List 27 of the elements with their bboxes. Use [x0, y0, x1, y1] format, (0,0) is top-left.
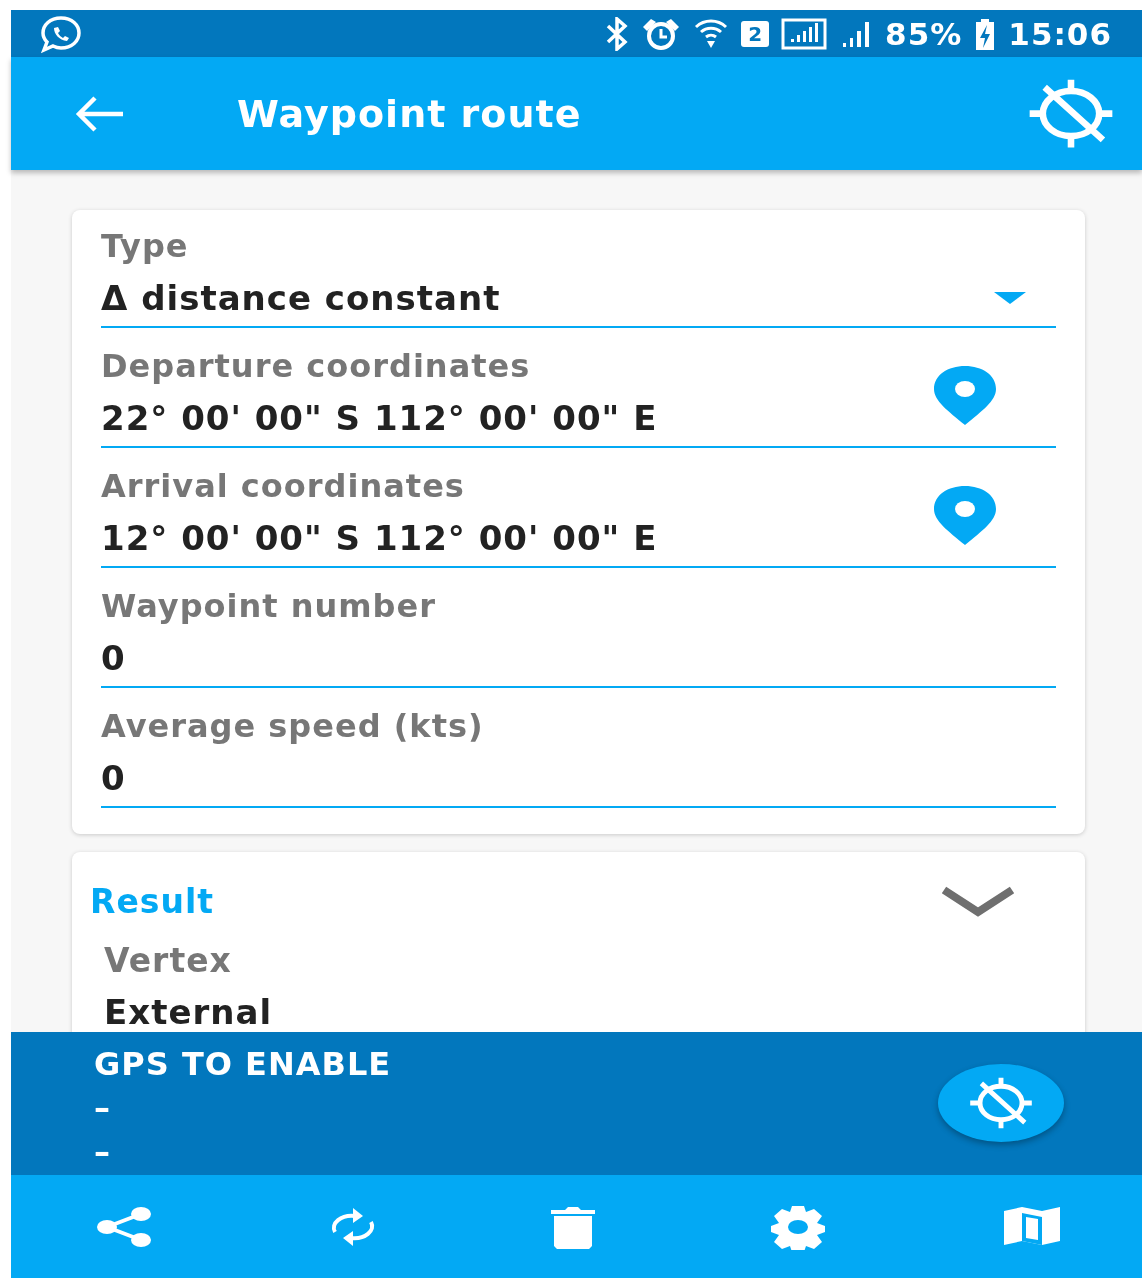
bluetooth-icon: [605, 16, 630, 51]
result-label: Vertex: [104, 941, 233, 980]
input-field[interactable]: Δ distance constant: [101, 270, 1056, 328]
signal-icon: [781, 16, 828, 51]
field-label: Departure coordinates: [101, 346, 532, 387]
gps-status: GPS TO ENABLE: [94, 1044, 392, 1085]
screen-title: Waypoint route: [237, 91, 583, 136]
location-pin-icon[interactable]: [932, 364, 998, 426]
gps-value: –: [94, 1088, 111, 1129]
field-label: Type: [101, 226, 190, 267]
section-title: Result: [90, 882, 214, 921]
sim-badge: 2: [741, 20, 770, 47]
gps-value: –: [94, 1132, 111, 1173]
input-field[interactable]: 0: [101, 630, 1056, 688]
field-label: Waypoint number: [101, 586, 437, 627]
battery-level: 85%: [885, 15, 963, 52]
chat-icon: [39, 13, 83, 54]
gps-off-button[interactable]: [938, 1064, 1064, 1142]
clock: 15:06: [1008, 15, 1112, 52]
field-label: Arrival coordinates: [101, 466, 466, 507]
location-pin-icon[interactable]: [932, 484, 998, 546]
chevron-down-icon[interactable]: [940, 885, 1016, 918]
result-value: External: [104, 992, 274, 1032]
battery-icon: [974, 16, 997, 51]
field-label: Average speed (kts): [101, 706, 485, 747]
input-field[interactable]: 0: [101, 750, 1056, 808]
alarm-icon: [641, 16, 682, 51]
